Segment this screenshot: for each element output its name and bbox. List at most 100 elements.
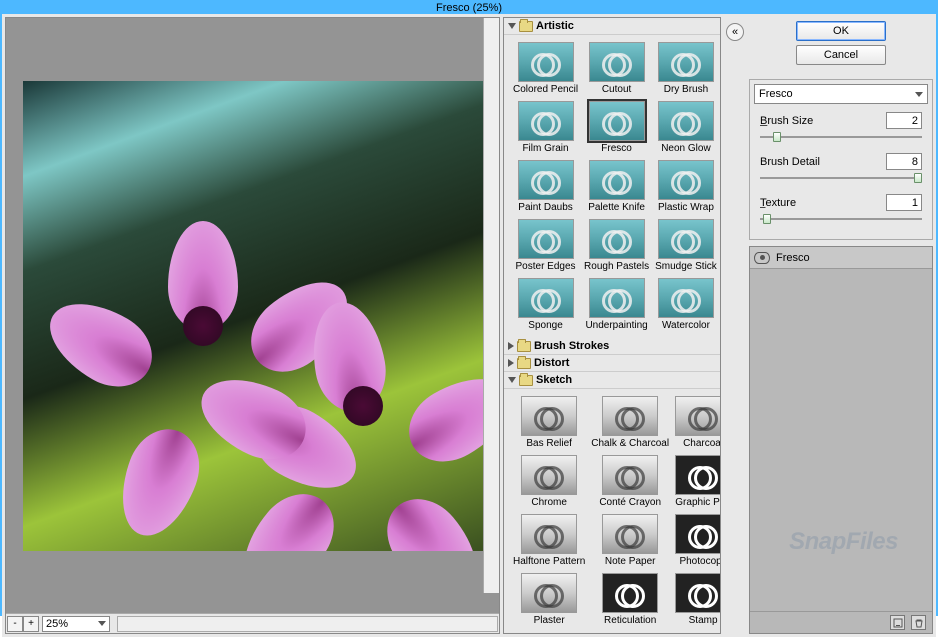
filter-thumb[interactable]: Poster Edges xyxy=(512,218,579,273)
thumb-label: Sponge xyxy=(528,320,562,331)
param-slider[interactable] xyxy=(760,172,922,184)
thumb-preview xyxy=(589,101,645,141)
category-brush-strokes[interactable]: Brush Strokes xyxy=(504,338,720,355)
filter-name-select[interactable]: Fresco xyxy=(754,84,928,104)
param-input[interactable] xyxy=(886,153,922,170)
thumb-label: Film Grain xyxy=(522,143,568,154)
filter-thumb[interactable]: Smudge Stick xyxy=(654,218,718,273)
filter-thumb[interactable]: Neon Glow xyxy=(654,100,718,155)
thumb-label: Chalk & Charcoal xyxy=(591,438,669,449)
filter-thumb[interactable]: Colored Pencil xyxy=(512,41,579,96)
filter-thumb[interactable]: Conté Crayon xyxy=(590,454,670,509)
thumb-preview xyxy=(658,219,714,259)
param-input[interactable] xyxy=(886,194,922,211)
filter-thumb[interactable]: Photocopy xyxy=(674,513,721,568)
collapse-glyph: « xyxy=(732,26,738,38)
param-slider[interactable] xyxy=(760,213,922,225)
disclosure-down-icon xyxy=(508,23,516,29)
chevron-down-icon xyxy=(98,621,106,626)
collapse-gallery-button[interactable]: « xyxy=(726,23,744,41)
filter-thumb[interactable]: Underpainting xyxy=(583,277,650,332)
collapse-column: « xyxy=(724,17,746,634)
preview-vscroll[interactable] xyxy=(483,18,499,593)
filter-thumb[interactable]: Film Grain xyxy=(512,100,579,155)
thumb-preview xyxy=(518,278,574,318)
param-input[interactable] xyxy=(886,112,922,129)
filter-thumb[interactable]: Stamp xyxy=(674,572,721,627)
thumb-preview xyxy=(518,219,574,259)
category-sketch[interactable]: Sketch xyxy=(504,372,720,389)
filter-thumb[interactable]: Plastic Wrap xyxy=(654,159,718,214)
thumb-label: Bas Relief xyxy=(526,438,572,449)
cancel-button[interactable]: Cancel xyxy=(796,45,886,65)
filter-thumb[interactable]: Charcoal xyxy=(674,395,721,450)
sketch-grid: Bas Relief Chalk & Charcoal Charcoal Chrome… xyxy=(504,389,720,633)
thumb-preview xyxy=(658,278,714,318)
delete-effect-layer-button[interactable] xyxy=(911,615,926,630)
thumb-label: Graphic Pen xyxy=(675,497,721,508)
thumb-preview xyxy=(521,455,577,495)
param-row: Texture xyxy=(750,190,932,211)
zoom-select[interactable]: 25% xyxy=(42,616,110,632)
thumb-label: Plaster xyxy=(534,615,565,626)
preview-canvas[interactable] xyxy=(6,18,499,613)
filter-thumb[interactable]: Dry Brush xyxy=(654,41,718,96)
filter-thumb[interactable]: Chalk & Charcoal xyxy=(590,395,670,450)
thumb-preview xyxy=(602,514,658,554)
disclosure-down-icon xyxy=(508,377,516,383)
folder-icon xyxy=(517,358,531,369)
filter-thumb[interactable]: Plaster xyxy=(512,572,586,627)
thumb-preview xyxy=(521,573,577,613)
filter-thumb[interactable]: Watercolor xyxy=(654,277,718,332)
new-effect-layer-button[interactable] xyxy=(890,615,905,630)
filter-thumb[interactable]: Cutout xyxy=(583,41,650,96)
thumb-preview xyxy=(602,573,658,613)
thumb-preview xyxy=(589,42,645,82)
filter-gallery-scroll[interactable]: Artistic Colored PencilCutoutDry Brush Fi… xyxy=(503,17,721,634)
thumb-preview xyxy=(675,396,721,436)
filter-thumb[interactable]: Sponge xyxy=(512,277,579,332)
filter-select-value: Fresco xyxy=(759,88,793,100)
thumb-label: Paint Daubs xyxy=(518,202,572,213)
filter-thumb[interactable]: Note Paper xyxy=(590,513,670,568)
thumb-preview xyxy=(675,573,721,613)
thumb-label: Rough Pastels xyxy=(584,261,649,272)
zoom-out-button[interactable]: - xyxy=(7,616,23,632)
filter-thumb[interactable]: Palette Knife xyxy=(583,159,650,214)
thumb-preview xyxy=(675,514,721,554)
thumb-label: Neon Glow xyxy=(661,143,710,154)
filter-thumb[interactable]: Reticulation xyxy=(590,572,670,627)
dialog-buttons: OK Cancel xyxy=(749,17,933,73)
thumb-label: Stamp xyxy=(689,615,718,626)
category-distort[interactable]: Distort xyxy=(504,355,720,372)
eye-icon[interactable] xyxy=(754,252,770,264)
watermark: SnapFiles xyxy=(789,528,898,556)
artistic-grid: Colored PencilCutoutDry Brush Film Grain F… xyxy=(504,35,720,338)
filter-thumb[interactable]: Bas Relief xyxy=(512,395,586,450)
thumb-preview xyxy=(589,278,645,318)
preview-panel: - + 25% xyxy=(5,17,500,634)
category-label: Artistic xyxy=(536,20,574,32)
thumb-label: Note Paper xyxy=(605,556,656,567)
param-label: Brush Detail xyxy=(760,156,820,168)
thumb-preview xyxy=(602,455,658,495)
category-label: Brush Strokes xyxy=(534,340,609,352)
param-slider[interactable] xyxy=(760,131,922,143)
category-artistic[interactable]: Artistic xyxy=(504,18,720,35)
effect-layer-row[interactable]: Fresco xyxy=(750,247,932,269)
category-label: Distort xyxy=(534,357,569,369)
filter-thumb[interactable]: Fresco xyxy=(583,100,650,155)
thumb-preview xyxy=(589,160,645,200)
thumb-preview xyxy=(658,101,714,141)
filter-thumb[interactable]: Rough Pastels xyxy=(583,218,650,273)
folder-icon xyxy=(519,375,533,386)
filter-thumb[interactable]: Graphic Pen xyxy=(674,454,721,509)
filter-thumb[interactable]: Halftone Pattern xyxy=(512,513,586,568)
zoom-in-button[interactable]: + xyxy=(23,616,39,632)
ok-button[interactable]: OK xyxy=(796,21,886,41)
filter-thumb[interactable]: Chrome xyxy=(512,454,586,509)
category-label: Sketch xyxy=(536,374,572,386)
titlebar[interactable]: Fresco (25%) xyxy=(2,2,936,14)
preview-hscroll[interactable] xyxy=(117,616,498,632)
filter-thumb[interactable]: Paint Daubs xyxy=(512,159,579,214)
